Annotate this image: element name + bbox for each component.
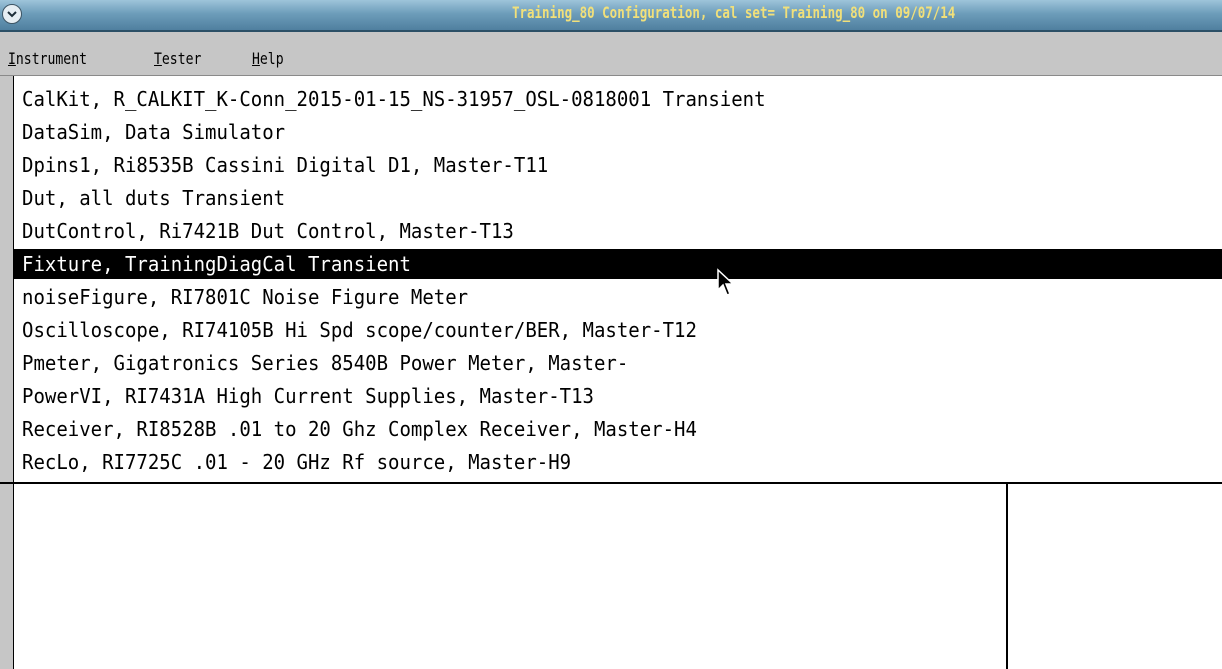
details-pane[interactable]: [14, 484, 1010, 669]
chevron-down-icon[interactable]: [2, 4, 22, 24]
list-item-reclo[interactable]: RecLo, RI7725C .01 - 20 GHz Rf source, M…: [14, 447, 1222, 477]
left-border: [0, 76, 14, 669]
list-item-dpins1[interactable]: Dpins1, Ri8535B Cassini Digital D1, Mast…: [14, 150, 1222, 180]
side-pane[interactable]: [1006, 484, 1222, 669]
menu-instrument-mnemonic: I: [8, 49, 16, 68]
menu-tester[interactable]: Tester: [154, 49, 201, 68]
menu-help-label: elp: [259, 49, 284, 68]
list-item-powervi[interactable]: PowerVI, RI7431A High Current Supplies, …: [14, 381, 1222, 411]
menu-tester-label: ester: [161, 49, 202, 68]
menu-instrument[interactable]: Instrument: [8, 49, 87, 68]
list-item-label: CalKit, R_CALKIT_K-Conn_2015-01-15_NS-31…: [22, 87, 766, 111]
menu-help[interactable]: Help: [252, 49, 284, 68]
menu-instrument-label: nstrument: [15, 49, 88, 68]
list-item-fixture-selected[interactable]: Fixture, TrainingDiagCal Transient: [14, 249, 1222, 279]
list-item-label: Fixture, TrainingDiagCal Transient: [22, 252, 411, 276]
list-item-pmeter[interactable]: Pmeter, Gigatronics Series 8540B Power M…: [14, 348, 1222, 378]
menu-bar: Instrument Tester Help: [0, 46, 1222, 76]
list-item-noisefigure[interactable]: noiseFigure, RI7801C Noise Figure Meter: [14, 282, 1222, 312]
list-item-calkit[interactable]: CalKit, R_CALKIT_K-Conn_2015-01-15_NS-31…: [14, 84, 1222, 114]
list-item-label: noiseFigure, RI7801C Noise Figure Meter: [22, 285, 469, 309]
list-item-dutcontrol[interactable]: DutControl, Ri7421B Dut Control, Master-…: [14, 216, 1222, 246]
list-item-label: PowerVI, RI7431A High Current Supplies, …: [22, 384, 594, 408]
title-bar[interactable]: Training_80 Configuration, cal set= Trai…: [0, 0, 1222, 32]
list-item-datasim[interactable]: DataSim, Data Simulator: [14, 117, 1222, 147]
list-item-label: RecLo, RI7725C .01 - 20 GHz Rf source, M…: [22, 450, 572, 474]
app-window: Training_80 Configuration, cal set= Trai…: [0, 0, 1222, 669]
list-item-label: DataSim, Data Simulator: [22, 120, 286, 144]
menu-help-mnemonic: H: [252, 49, 260, 68]
list-item-label: Receiver, RI8528B .01 to 20 Ghz Complex …: [22, 417, 697, 441]
instrument-list[interactable]: CalKit, R_CALKIT_K-Conn_2015-01-15_NS-31…: [14, 84, 1222, 482]
menu-tester-mnemonic: T: [154, 49, 162, 68]
list-item-label: Dpins1, Ri8535B Cassini Digital D1, Mast…: [22, 153, 549, 177]
list-item-receiver[interactable]: Receiver, RI8528B .01 to 20 Ghz Complex …: [14, 414, 1222, 444]
list-item-oscilloscope[interactable]: Oscilloscope, RI74105B Hi Spd scope/coun…: [14, 315, 1222, 345]
list-item-dut[interactable]: Dut, all duts Transient: [14, 183, 1222, 213]
window-title: Training_80 Configuration, cal set= Trai…: [512, 3, 956, 22]
mouse-pointer-icon: [717, 268, 735, 296]
title-menu-separator: [0, 32, 1222, 46]
list-item-label: DutControl, Ri7421B Dut Control, Master-…: [22, 219, 514, 243]
list-item-label: Pmeter, Gigatronics Series 8540B Power M…: [22, 351, 629, 375]
list-item-label: Dut, all duts Transient: [22, 186, 286, 210]
list-item-label: Oscilloscope, RI74105B Hi Spd scope/coun…: [22, 318, 697, 342]
